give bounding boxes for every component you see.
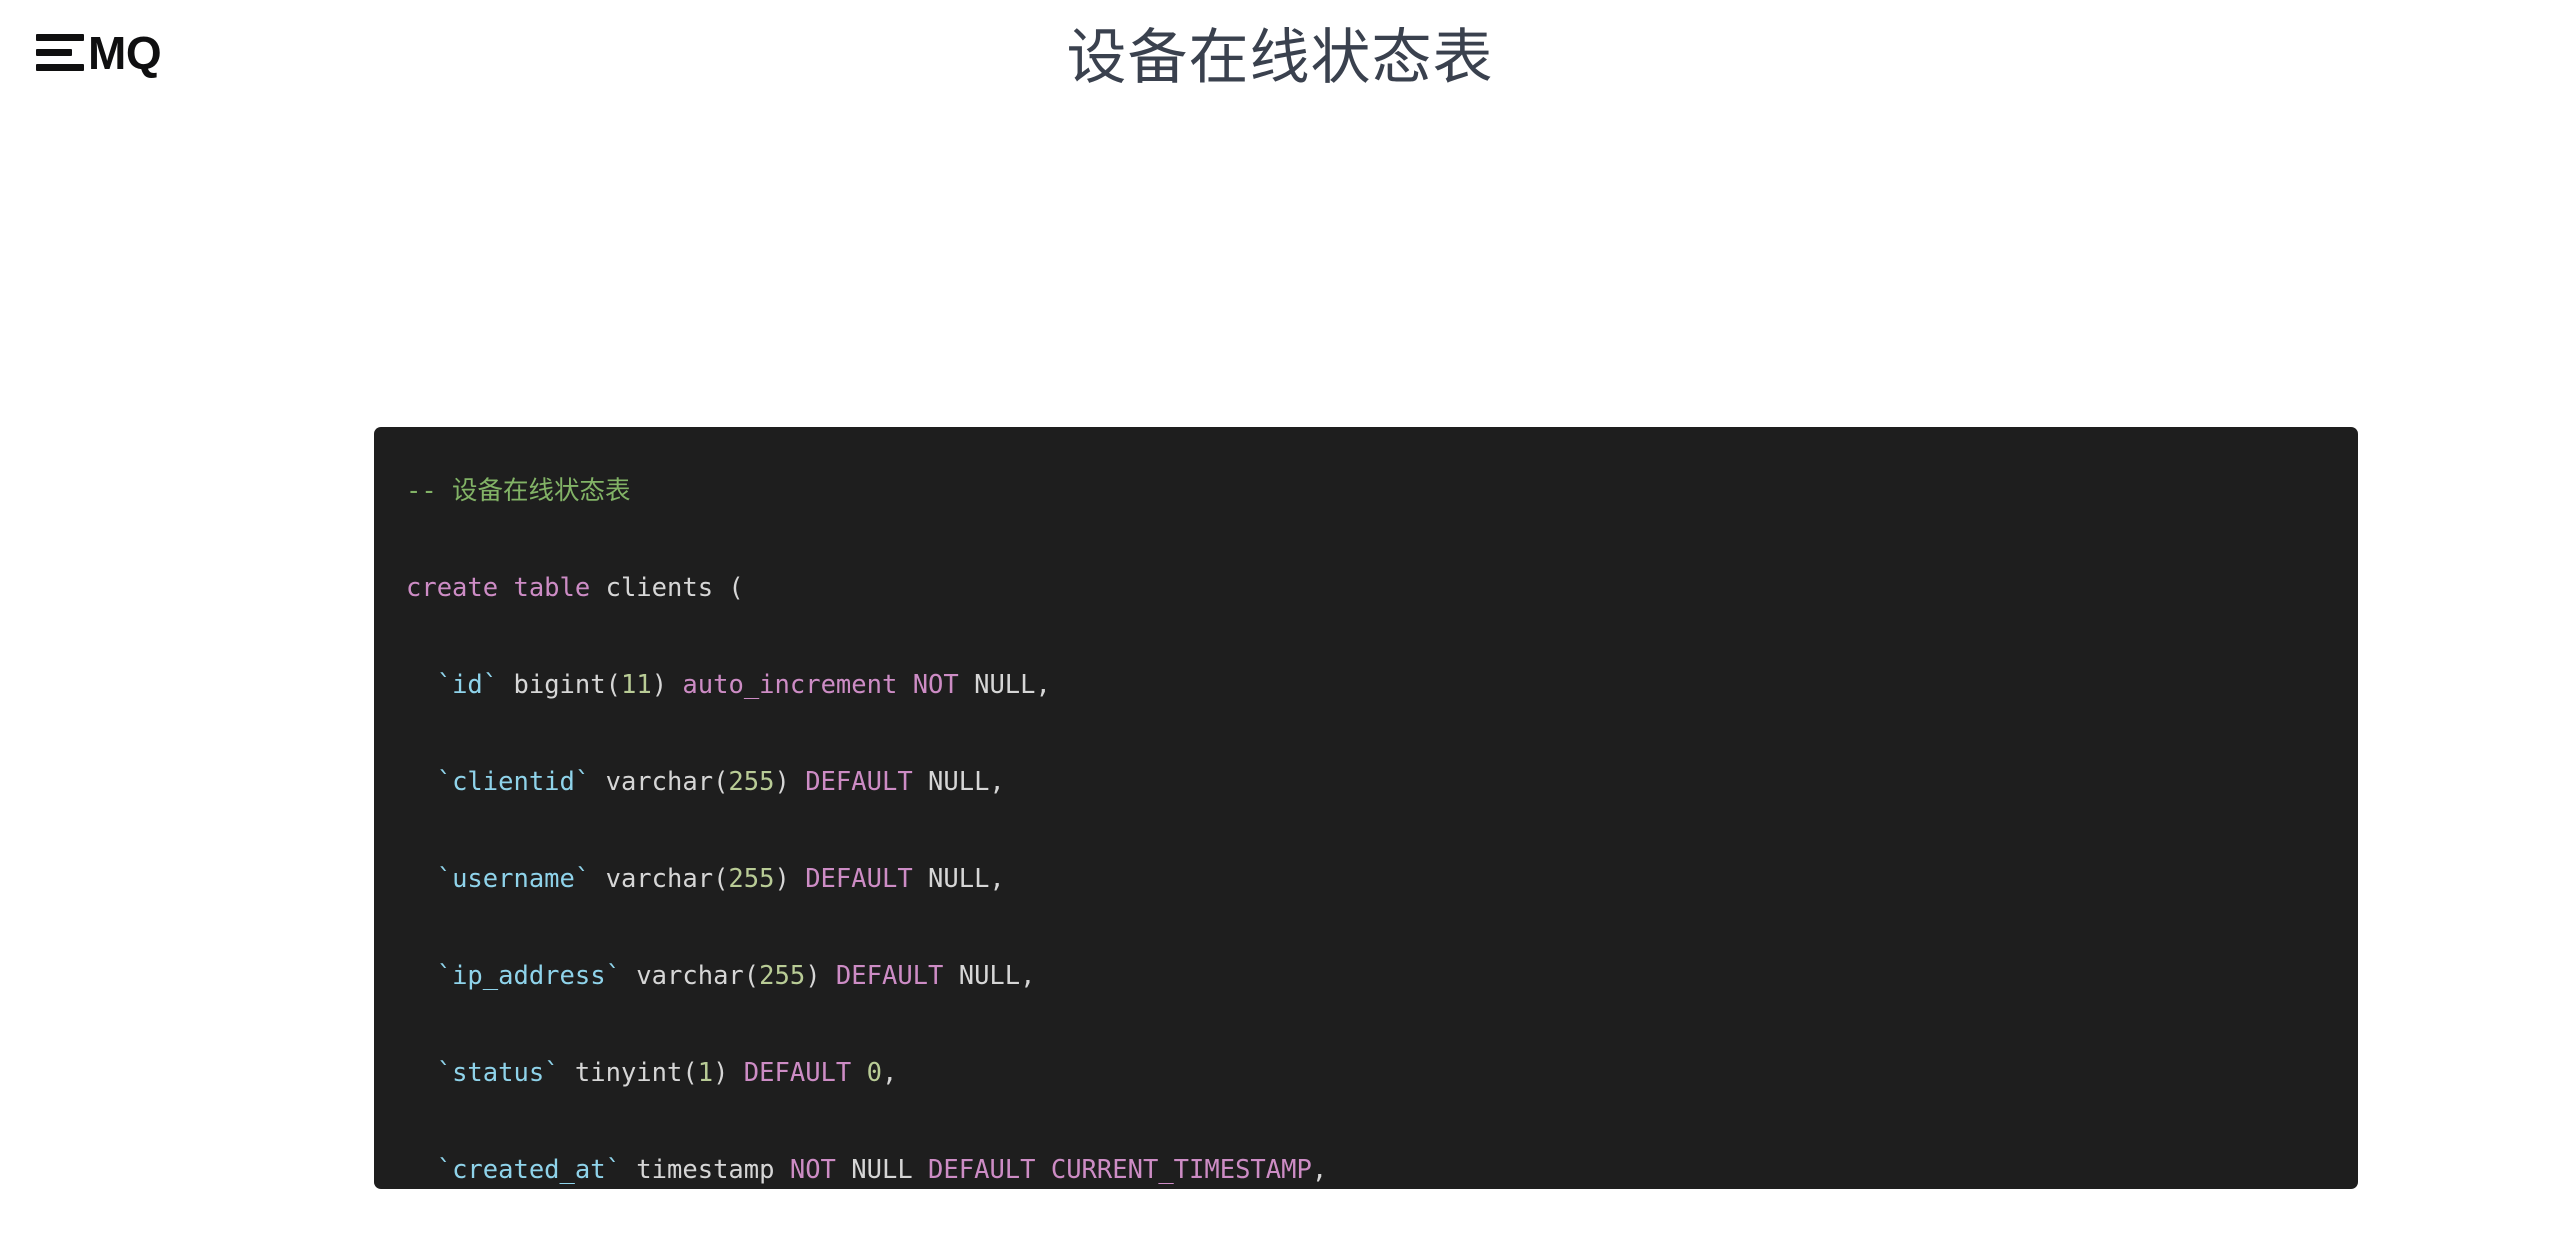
code-token-kw: DEFAULT <box>805 864 913 894</box>
code-token-num: 0 <box>866 1058 882 1088</box>
code-token-pl: ) <box>774 767 806 797</box>
code-token-id: `id` <box>436 670 499 700</box>
code-token-pl: NULL, <box>943 961 1036 991</box>
code-token-pl: NULL <box>835 1155 929 1185</box>
code-token-pl: varchar( <box>590 767 729 797</box>
code-token-pl: , <box>1311 1155 1328 1185</box>
code-token-pl: timestamp <box>620 1155 790 1185</box>
code-line: `id` bigint(11) auto_increment NOT NULL, <box>406 661 2358 710</box>
code-token-kw: DEFAULT <box>743 1058 852 1088</box>
code-token-kw: DEFAULT <box>835 961 944 991</box>
code-token-pl: clients ( <box>590 573 744 603</box>
code-line: `clientid` varchar(255) DEFAULT NULL, <box>406 758 2358 807</box>
code-token-pl: ) <box>713 1058 744 1088</box>
slide-page: MQ 设备在线状态表 -- 设备在线状态表 create table clien… <box>0 0 2560 1246</box>
code-token-num: 255 <box>728 864 775 894</box>
code-line: `username` varchar(255) DEFAULT NULL, <box>406 855 2358 904</box>
code-token-kw: NOT <box>789 1155 836 1185</box>
code-token-num: 1 <box>697 1058 714 1088</box>
code-token-pl: tinyint( <box>559 1058 698 1088</box>
code-token-kw: create table <box>406 573 591 603</box>
code-line: `created_at` timestamp NOT NULL DEFAULT … <box>406 1146 2358 1189</box>
code-line: `status` tinyint(1) DEFAULT 0, <box>406 1049 2358 1098</box>
code-token-kw: DEFAULT CURRENT_TIMESTAMP <box>928 1155 1312 1185</box>
code-token-pl: ) <box>774 864 806 894</box>
page-title: 设备在线状态表 <box>1066 24 1494 91</box>
code-token-num: 255 <box>759 961 806 991</box>
code-token-pl: bigint( <box>498 670 621 700</box>
code-token-num: 11 <box>620 670 652 700</box>
code-token-id: `ip_address` <box>436 961 621 991</box>
code-token-pl: NULL, <box>912 767 1005 797</box>
code-token-pl: varchar( <box>620 961 760 991</box>
code-token-id: `username` <box>436 864 591 894</box>
code-token-pl: varchar( <box>590 864 729 894</box>
sql-code-text: -- 设备在线状态表 create table clients ( `id` b… <box>406 467 2358 1189</box>
code-token-num: 255 <box>728 767 775 797</box>
code-token-com: -- 设备在线状态表 <box>406 476 631 506</box>
code-token-kw: auto_increment NOT <box>682 670 959 700</box>
code-line: create table clients ( <box>406 564 2358 613</box>
code-line: `ip_address` varchar(255) DEFAULT NULL, <box>406 952 2358 1001</box>
code-line: -- 设备在线状态表 <box>406 467 2358 516</box>
sql-code-block[interactable]: -- 设备在线状态表 create table clients ( `id` b… <box>374 427 2358 1189</box>
code-token-pl: ) <box>805 961 836 991</box>
code-token-id: `status` <box>436 1058 560 1088</box>
code-token-kw: DEFAULT <box>805 767 913 797</box>
code-token-id: `created_at` <box>436 1155 621 1185</box>
code-token-pl: NULL, <box>958 670 1051 700</box>
code-token-id: `clientid` <box>436 767 591 797</box>
code-token-pl: ) <box>651 670 683 700</box>
code-token-pl: , <box>881 1058 898 1088</box>
code-token-pl: NULL, <box>912 864 1005 894</box>
